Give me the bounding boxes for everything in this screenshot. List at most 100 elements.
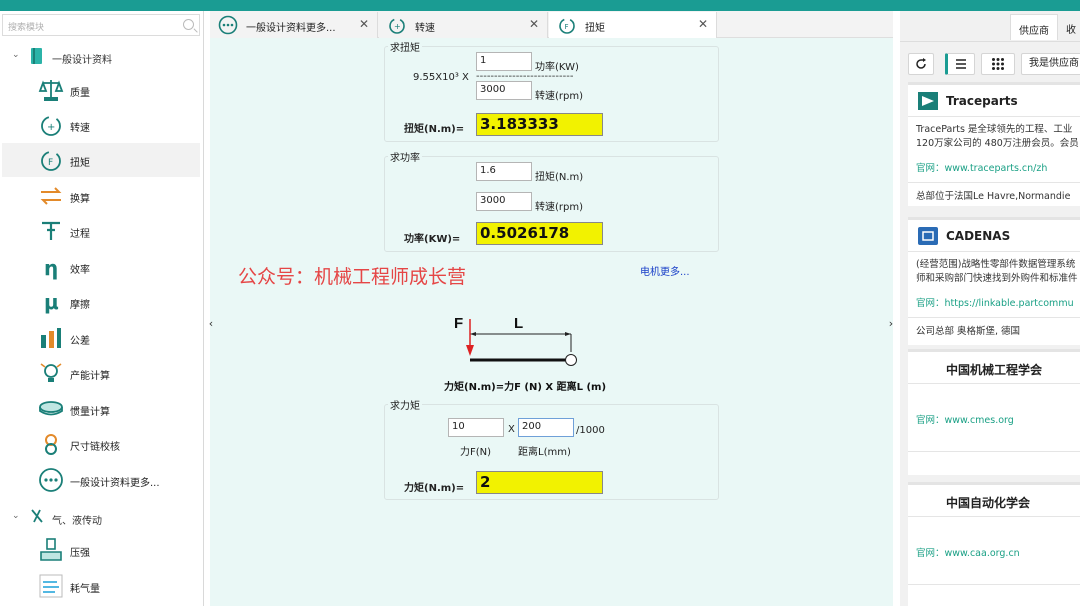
card-website-link[interactable]: 官网：www.cmes.org (916, 412, 1014, 426)
traceparts-logo (918, 92, 938, 110)
supplier-card-cadenas[interactable]: CADENAS (经营范围)战略性零部件数据管理系统 师和采购部门快速找到外购件… (908, 217, 1080, 345)
sidebar-item-label: 换算 (70, 194, 90, 205)
sidebar-item-pressure[interactable]: 压强 (2, 533, 200, 567)
sidebar-item-label: 扭矩 (70, 158, 90, 169)
torque-result-label: 扭矩(N.m)= (404, 124, 465, 135)
tab-torque[interactable]: F 扭矩 ✕ (549, 12, 717, 38)
sidebar-item-capacity[interactable]: 产能计算 (2, 356, 200, 390)
collapse-left-icon[interactable]: ‹ (205, 312, 217, 336)
close-icon[interactable]: ✕ (698, 17, 708, 31)
card-title: 中国自动化学会 (946, 496, 1031, 510)
sidebar-item-label: 一般设计资料更多... (70, 478, 160, 489)
close-icon[interactable]: ✕ (529, 17, 539, 31)
list-view-button[interactable] (945, 53, 975, 75)
sidebar-item-dimension-chain[interactable]: 尺寸链校核 (2, 427, 200, 461)
search-placeholder: 搜索模块 (8, 23, 45, 33)
moment-formula: 力矩(N.m)=力F (N) X 距离L (m) (444, 382, 607, 393)
sidebar-item-efficiency[interactable]: η 效率 (2, 250, 200, 284)
card-desc: TraceParts 是全球领先的工程、工业 (916, 124, 1073, 135)
divisor-label: /1000 (576, 425, 605, 436)
svg-text:η: η (44, 256, 58, 280)
torque-panel-title: 求扭矩 (388, 39, 422, 54)
search-input[interactable]: 搜索模块 (2, 14, 200, 36)
sidebar-item-conversion[interactable]: 换算 (2, 179, 200, 213)
tab-label: 一般设计资料更多... (246, 23, 336, 34)
book-icon (31, 48, 42, 64)
speed-unit-label-2: 转速(rpm) (535, 202, 584, 213)
chain-icon (45, 434, 57, 455)
distance-input[interactable]: 200 (518, 418, 574, 437)
motor-more-link[interactable]: 电机更多... (640, 263, 690, 278)
force-input[interactable]: 10 (448, 418, 504, 437)
svg-text:+: + (394, 22, 401, 31)
sidebar-item-label: 惯量计算 (70, 407, 110, 418)
card-website-link[interactable]: 官网：www.caa.org.cn (916, 545, 1020, 559)
air-icon (39, 574, 63, 598)
tab-favorites[interactable]: 收 (1058, 14, 1080, 40)
card-hq: 公司总部 奥格斯堡, 德国 (916, 326, 1021, 337)
supplier-card-traceparts[interactable]: Traceparts TraceParts 是全球领先的工程、工业 120万家公… (908, 82, 1080, 206)
speed-unit-label: 转速(rpm) (535, 91, 584, 102)
sidebar-item-label: 尺寸链校核 (70, 442, 120, 453)
power-result: 0.5026178 (476, 222, 603, 245)
refresh-icon (916, 58, 926, 69)
group-pneumatic[interactable]: ⌄ 气、液传动 (0, 506, 203, 530)
card-desc-2: 师和采购部门快速找到外购件和标准件 (916, 273, 1078, 284)
sidebar-item-label: 质量 (70, 88, 90, 99)
length-symbol: L (514, 315, 523, 332)
speed-input[interactable]: 3000 (476, 81, 532, 100)
supplier-card-caa[interactable]: 中国自动化学会 官网：www.caa.org.cn (908, 482, 1080, 606)
power-input[interactable]: 1 (476, 52, 532, 71)
group-label: 气、液传动 (52, 516, 102, 527)
sidebar-item-friction[interactable]: μ 摩擦 (2, 285, 200, 319)
card-desc-2: 120万家公司的 480万注册会员。会员 (916, 138, 1079, 149)
sidebar-item-label: 过程 (70, 229, 90, 240)
force-unit-label: 力F(N) (460, 447, 492, 458)
tab-speed[interactable]: + 转速 ✕ (379, 12, 548, 38)
sidebar-item-label: 效率 (70, 265, 90, 276)
close-icon[interactable]: ✕ (359, 17, 369, 31)
grid-view-button[interactable] (981, 53, 1015, 75)
sidebar-item-mass[interactable]: 质量 (2, 73, 200, 107)
sidebar-item-inertia[interactable]: 惯量计算 (2, 392, 200, 426)
tolerance-icon (41, 328, 61, 348)
torque-unit-label: 扭矩(N.m) (535, 172, 584, 183)
speed-input-2[interactable]: 3000 (476, 192, 532, 211)
card-website-link[interactable]: 官网：www.traceparts.cn/zh (916, 160, 1047, 174)
card-website-link[interactable]: 官网：https://linkable.partcommu (916, 295, 1074, 309)
torque-input[interactable]: 1.6 (476, 162, 532, 181)
sidebar-item-speed[interactable]: + 转速 (2, 108, 200, 142)
refresh-button[interactable] (908, 53, 934, 75)
chevron-down-icon[interactable]: ⌄ (12, 511, 20, 521)
sidebar-item-air-consumption[interactable]: 耗气量 (2, 569, 200, 603)
tab-general-more[interactable]: 一般设计资料更多... ✕ (210, 12, 378, 38)
watermark-text: 公众号：机械工程师成长营 (238, 266, 467, 288)
sidebar-item-process[interactable]: 过程 (2, 214, 200, 248)
tab-label: 转速 (415, 23, 435, 34)
cadenas-logo (918, 227, 938, 245)
group-label: 一般设计资料 (52, 55, 112, 66)
svg-text:F: F (48, 158, 53, 168)
torque-icon: F (559, 18, 575, 34)
tab-supplier[interactable]: 供应商 (1010, 14, 1058, 40)
svg-text:+: + (47, 122, 55, 133)
sidebar-item-tolerance[interactable]: 公差 (2, 321, 200, 355)
card-title: 中国机械工程学会 (946, 363, 1043, 377)
card-desc: (经营范围)战略性零部件数据管理系统 (916, 259, 1076, 270)
i-am-supplier-button[interactable]: 我是供应商 (1021, 53, 1080, 75)
sidebar: 搜索模块 ⌄ 一般设计资料 质量 + 转速 F 扭矩 换算 过程 η 效率 μ … (0, 11, 204, 606)
pneumatic-icon (31, 509, 43, 523)
search-icon[interactable] (183, 19, 194, 30)
distance-unit-label: 距离L(mm) (518, 447, 571, 458)
supplier-card-cmes[interactable]: 中国机械工程学会 官网：www.cmes.org (908, 349, 1080, 475)
sidebar-item-more[interactable]: 一般设计资料更多... (2, 463, 200, 497)
chevron-down-icon[interactable]: ⌄ (12, 50, 20, 60)
collapse-right-icon[interactable]: › (885, 312, 897, 336)
list-icon (956, 59, 966, 69)
group-general-design[interactable]: ⌄ 一般设计资料 (0, 45, 203, 69)
card-hq: 总部位于法国Le Havre,Normandie (916, 191, 1071, 202)
rotation-icon: + (389, 18, 405, 34)
sidebar-item-torque[interactable]: F 扭矩 (2, 143, 200, 177)
card-title: Traceparts (946, 94, 1018, 108)
sidebar-item-label: 摩擦 (70, 300, 90, 311)
